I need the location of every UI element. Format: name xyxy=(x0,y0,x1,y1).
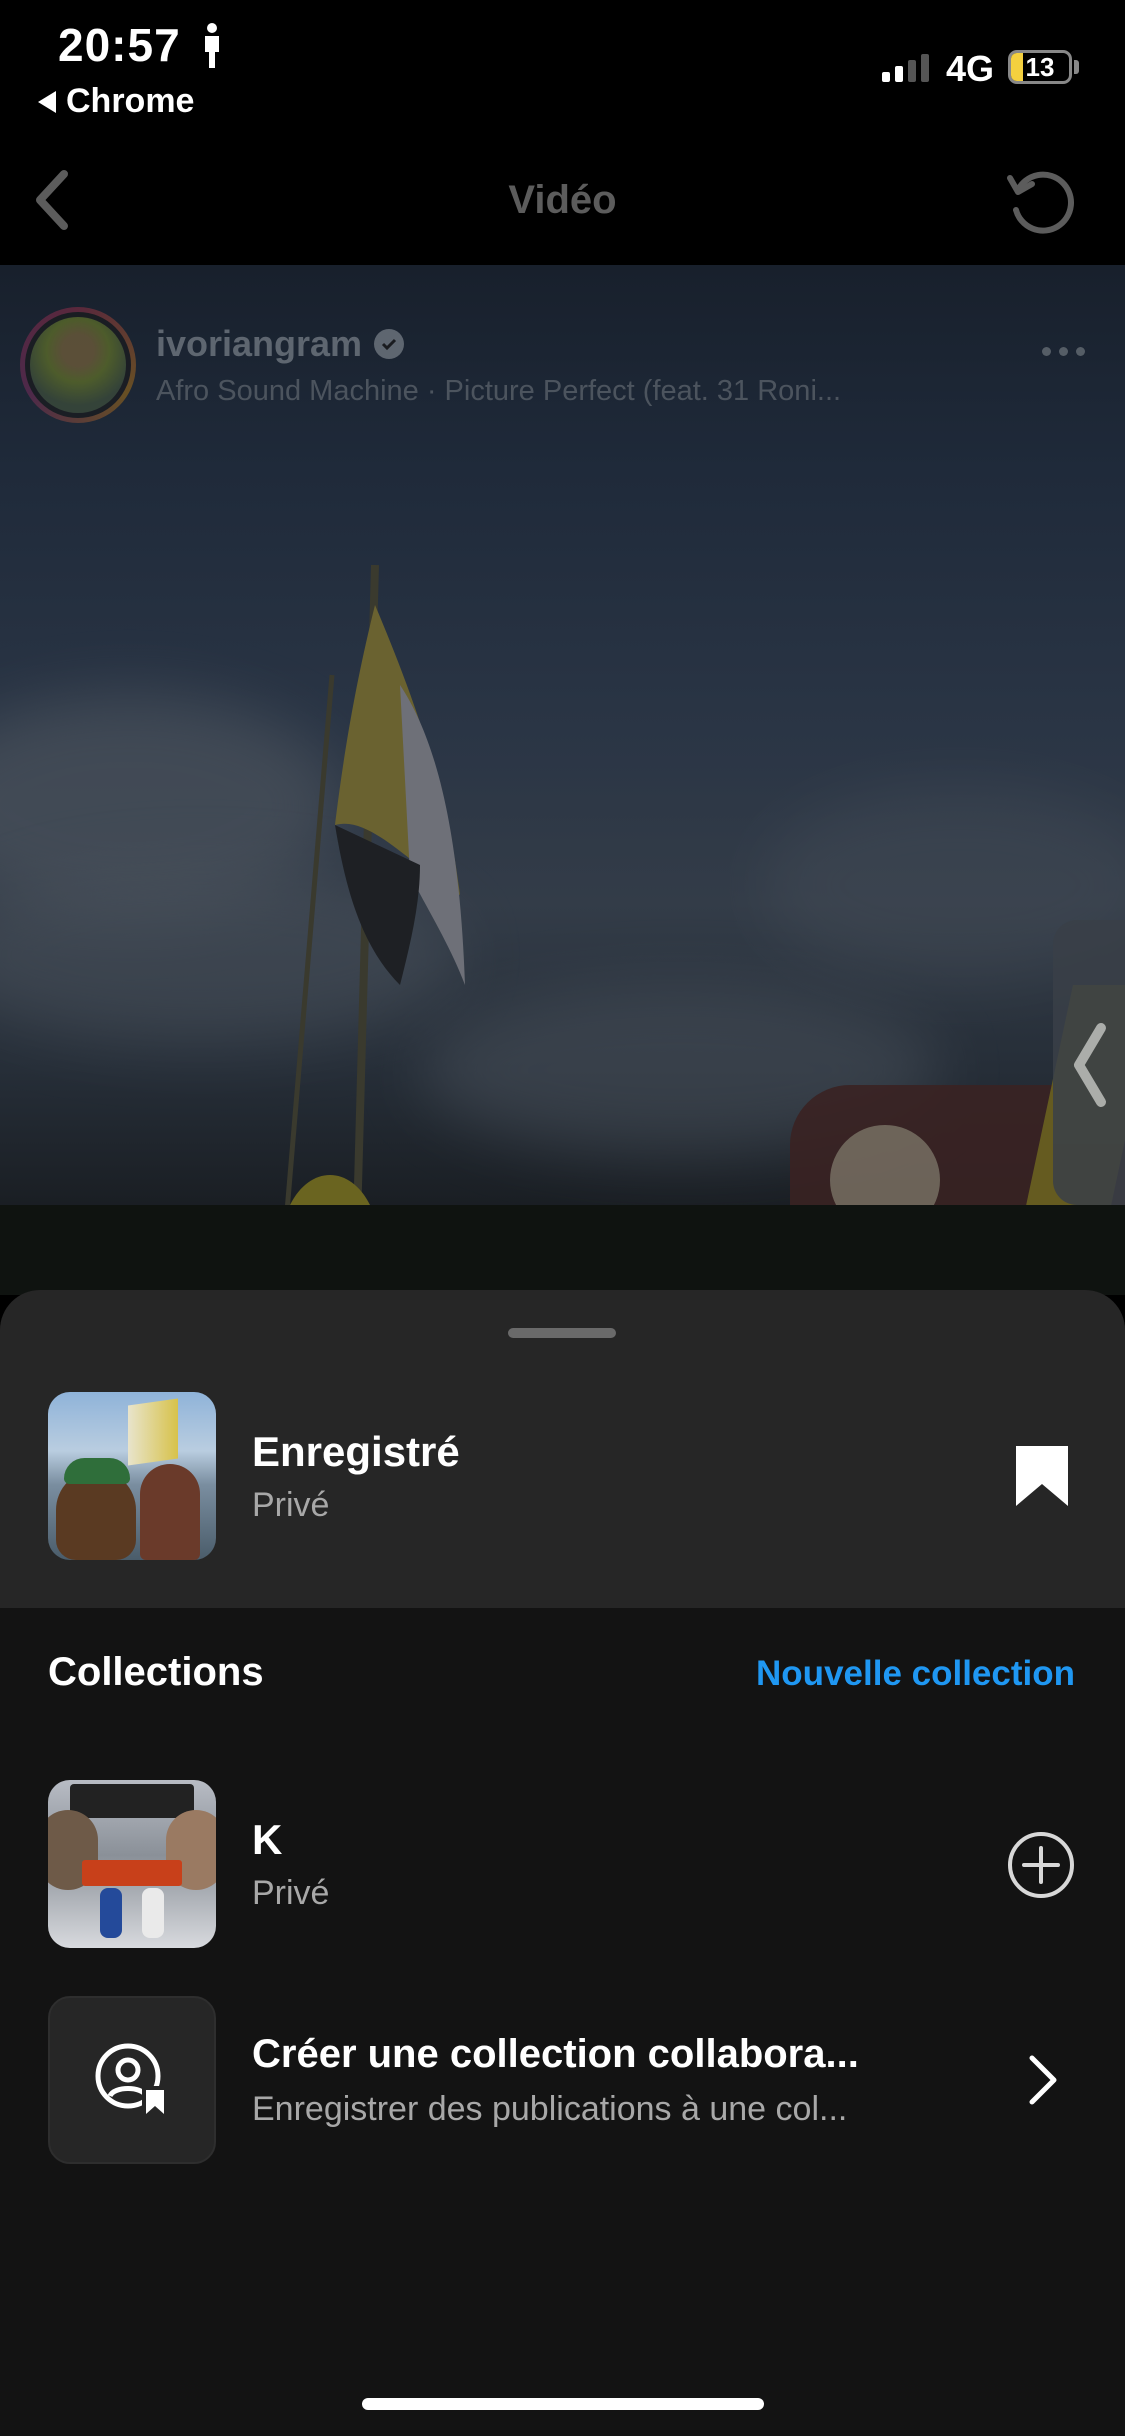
saved-title: Enregistré xyxy=(252,1428,460,1475)
collab-title: Créer une collection collabora... xyxy=(252,2032,859,2076)
page-title: Vidéo xyxy=(508,178,617,222)
collections-heading: Collections xyxy=(48,1650,264,1694)
saved-privacy: Privé xyxy=(252,1486,330,1524)
treeline xyxy=(0,1205,1125,1295)
battery-icon: 13 xyxy=(1008,50,1072,84)
side-panel-tab[interactable] xyxy=(1053,920,1125,1205)
avatar[interactable] xyxy=(20,307,136,423)
more-options-icon[interactable] xyxy=(1042,347,1085,356)
bookmark-filled-icon[interactable] xyxy=(1014,1444,1070,1508)
collection-privacy: Privé xyxy=(252,1874,330,1912)
back-app-label: Chrome xyxy=(66,82,195,120)
sheet-grabber[interactable] xyxy=(508,1328,616,1338)
battery-nub xyxy=(1074,60,1079,74)
collection-title: K xyxy=(252,1816,283,1863)
collab-user-bookmark-icon xyxy=(95,2043,166,2116)
refresh-icon[interactable] xyxy=(1000,160,1080,240)
back-to-app-button[interactable]: Chrome xyxy=(38,82,194,121)
saved-thumbnail xyxy=(48,1392,216,1560)
back-triangle-icon xyxy=(38,90,56,113)
battery-level: 13 xyxy=(1025,51,1055,82)
saved-row[interactable]: Enregistré Privé xyxy=(0,1290,1125,1608)
collab-subtitle: Enregistrer des publications à une col..… xyxy=(252,2090,848,2128)
chevron-right-icon xyxy=(1029,2055,1057,2105)
network-label: 4G xyxy=(946,48,995,89)
collection-row-k[interactable]: K Privé xyxy=(0,1780,1125,1950)
collection-thumbnail xyxy=(48,1780,216,1948)
person-icon xyxy=(205,23,219,68)
collab-thumbnail xyxy=(48,1996,216,2164)
chevron-left-icon xyxy=(1074,1023,1106,1107)
save-bottom-sheet: Enregistré Privé Collections Nouvelle co… xyxy=(0,1290,1125,2436)
status-bar: 20:57 Chrome 4G 13 xyxy=(0,0,1125,130)
add-to-collection-icon[interactable] xyxy=(1006,1830,1076,1900)
post-header: ivoriangram Afro Sound Machine · Picture… xyxy=(20,285,1105,423)
verified-badge-icon xyxy=(374,329,405,359)
post-username-row[interactable]: ivoriangram xyxy=(156,323,405,365)
home-indicator[interactable] xyxy=(362,2398,764,2410)
signal-icon xyxy=(882,52,929,82)
music-info[interactable]: Afro Sound Machine · Picture Perfect (fe… xyxy=(156,375,841,408)
new-collection-link[interactable]: Nouvelle collection xyxy=(756,1654,1075,1694)
post-username[interactable]: ivoriangram xyxy=(156,323,362,365)
video-player[interactable]: ivoriangram Afro Sound Machine · Picture… xyxy=(0,265,1125,1295)
clock: 20:57 xyxy=(58,19,181,71)
flag-image xyxy=(277,565,465,1295)
create-collab-collection-row[interactable]: Créer une collection collabora... Enregi… xyxy=(0,1996,1125,2166)
nav-bar: Vidéo xyxy=(0,130,1125,265)
